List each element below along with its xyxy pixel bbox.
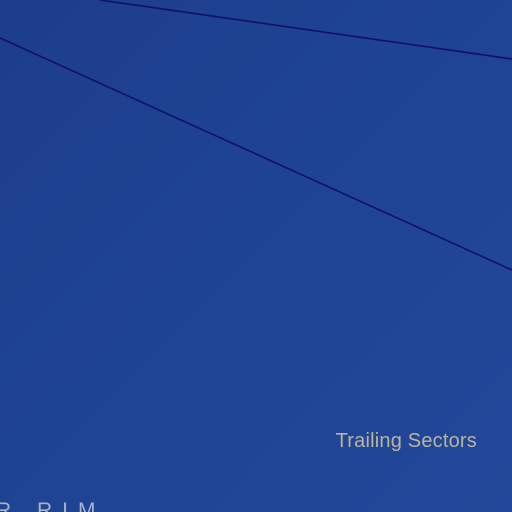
bottom-caption-label: R RIM — [0, 499, 106, 512]
sector-line-middle — [0, 37, 512, 271]
sector-line-top — [99, 0, 512, 60]
sector-canvas: Trailing Sectors R RIM — [0, 0, 512, 512]
trailing-sectors-label: Trailing Sectors — [335, 430, 477, 452]
